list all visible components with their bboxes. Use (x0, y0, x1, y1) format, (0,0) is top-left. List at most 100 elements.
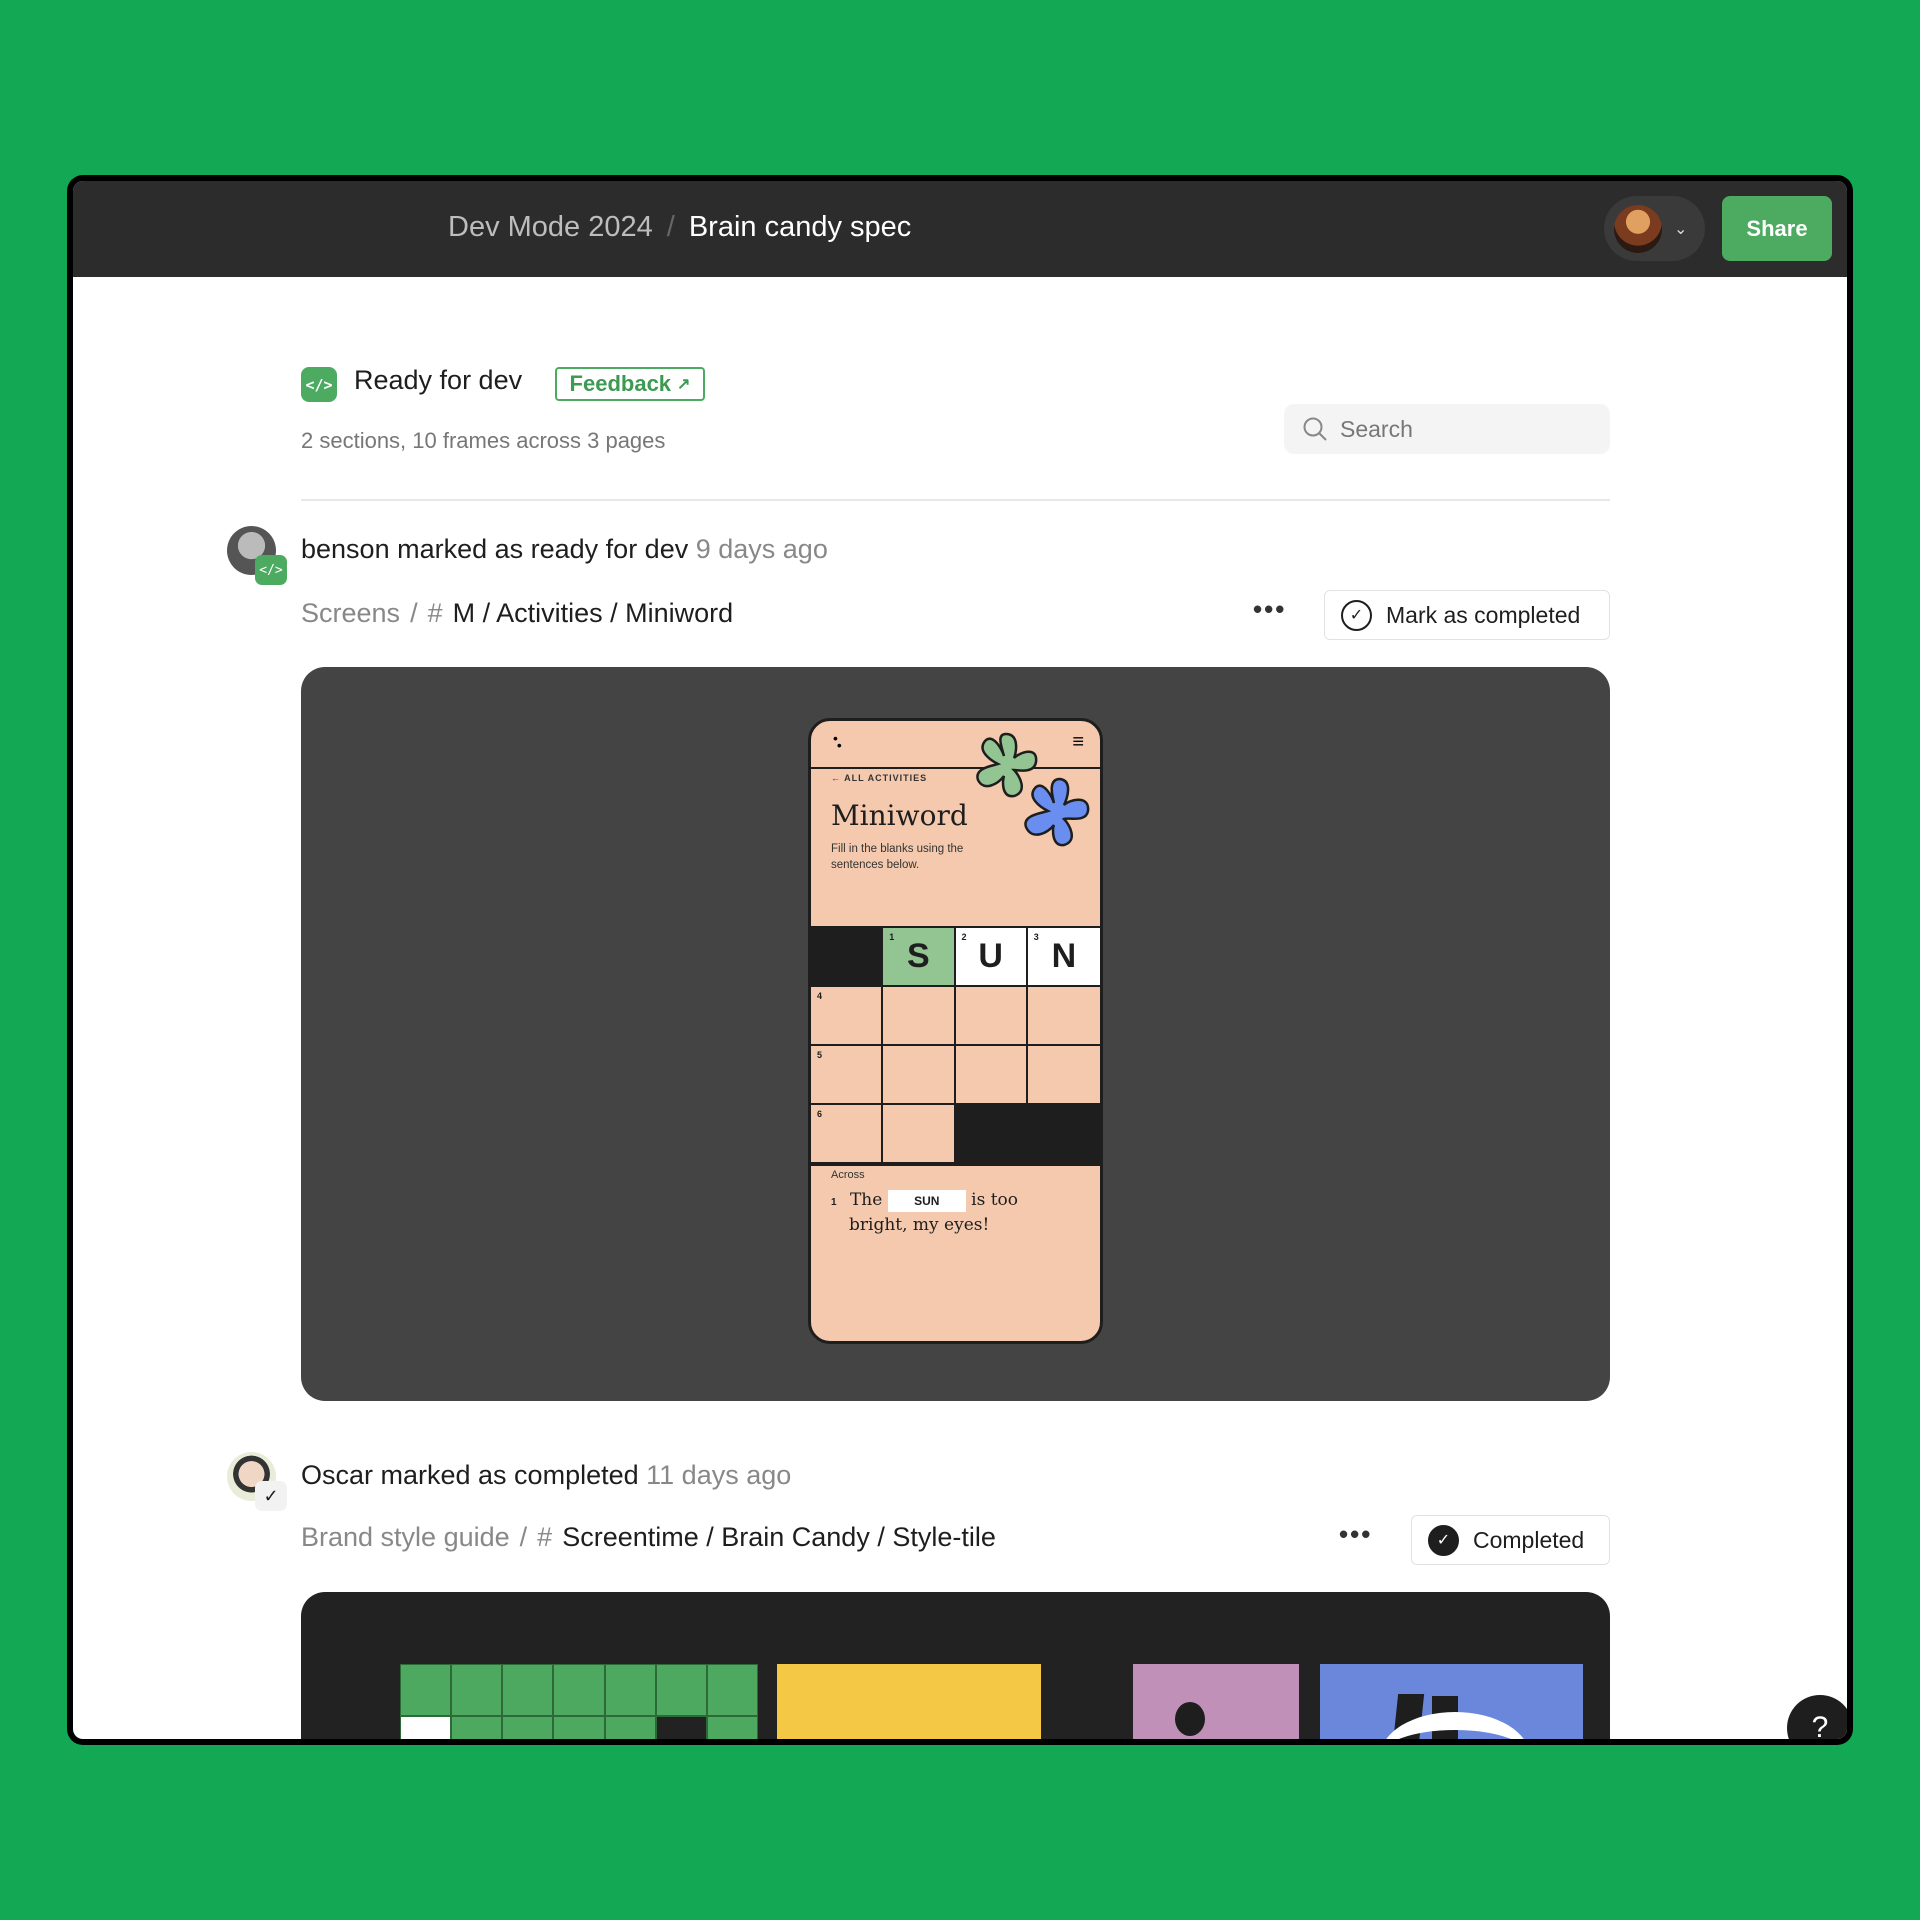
event-action: benson marked as ready for dev (301, 534, 689, 564)
clue: 1 The SUN is too bright, my eyes! (831, 1189, 1018, 1236)
tile-cell (553, 1664, 605, 1716)
frame-path: Brand style guide / # Screentime / Brain … (301, 1522, 996, 1553)
feedback-label: Feedback (569, 371, 672, 396)
divider (301, 499, 1610, 501)
cell-number: 5 (817, 1050, 823, 1060)
yellow-tile (777, 1664, 1041, 1739)
tile-cell (502, 1716, 554, 1739)
event-action: Oscar marked as completed (301, 1460, 639, 1490)
code-icon: </> (255, 555, 287, 585)
crossword-cell[interactable] (955, 1105, 1028, 1164)
path-page[interactable]: Screens (301, 598, 400, 629)
blue-tile (1320, 1664, 1583, 1739)
path-separator: / (410, 598, 418, 628)
tile-cell (604, 1664, 656, 1716)
clue-text: The (849, 1190, 883, 1210)
cell-number: 2 (961, 932, 967, 942)
code-icon: </> (301, 367, 337, 402)
cell-letter: U (978, 937, 1003, 975)
cell-number: 1 (889, 932, 895, 942)
cell-number: 6 (817, 1109, 823, 1119)
completed-button[interactable]: ✓ Completed (1411, 1515, 1610, 1565)
frame-preview[interactable]: R FOR (301, 1592, 1610, 1739)
breadcrumb-project[interactable]: Dev Mode 2024 (448, 211, 653, 244)
account-menu[interactable]: ⌄ (1604, 196, 1705, 261)
frame-hash-icon: # (427, 598, 443, 628)
breadcrumb-separator: / (666, 211, 675, 243)
cell-letter: S (907, 937, 930, 975)
crossword-cell[interactable] (883, 1046, 956, 1105)
cell-number: 3 (1033, 932, 1039, 942)
external-link-icon: ↗ (677, 376, 691, 393)
avatar (1614, 204, 1662, 253)
activity-title: Miniword (831, 799, 968, 832)
frame-name[interactable]: M / Activities / Miniword (453, 598, 734, 629)
tile-cell (451, 1664, 503, 1716)
search-input[interactable]: Search (1284, 404, 1610, 454)
blue-flower (1024, 777, 1090, 847)
back-link[interactable]: ← ALL ACTIVITIES (831, 773, 927, 783)
tile-cell (451, 1716, 503, 1739)
path-page[interactable]: Brand style guide (301, 1522, 510, 1553)
crossword-cell[interactable] (811, 928, 884, 987)
share-button[interactable]: Share (1722, 196, 1832, 261)
logo-dots-icon: • • (833, 730, 842, 753)
green-crossword-tile: R FOR (399, 1664, 758, 1739)
button-label: Completed (1473, 1526, 1585, 1553)
tile-cell (706, 1664, 758, 1716)
search-icon (1303, 417, 1327, 441)
crossword-cell[interactable] (1027, 987, 1100, 1046)
clue-number: 1 (831, 1197, 837, 1208)
tile-cell: R (399, 1716, 452, 1739)
clue-heading: Across (831, 1169, 865, 1181)
feedback-link[interactable]: Feedback ↗ (555, 367, 705, 401)
tile-cell (553, 1716, 605, 1739)
pink-tile (1133, 1664, 1299, 1739)
more-options-icon[interactable]: ••• (1339, 1519, 1372, 1550)
event-time: 11 days ago (646, 1460, 792, 1490)
tile-cell: FOR (655, 1716, 707, 1739)
summary: 2 sections, 10 frames across 3 pages (301, 428, 666, 453)
chevron-down-icon: ⌄ (1674, 220, 1688, 238)
crossword-cell[interactable]: 5 (811, 1046, 884, 1105)
crossword-cell[interactable] (1027, 1105, 1100, 1164)
check-circle-filled-icon: ✓ (1428, 1524, 1459, 1556)
breadcrumb-file[interactable]: Brain candy spec (689, 211, 911, 244)
event-text: benson marked as ready for dev 9 days ag… (301, 534, 828, 565)
tile-cell (502, 1664, 554, 1716)
green-flower (976, 732, 1038, 798)
back-label: ALL ACTIVITIES (844, 773, 928, 783)
top-bar: Dev Mode 2024 / Brain candy spec ⌄ Share (73, 181, 1847, 277)
frame-preview[interactable]: • • ≡ ← ALL ACTIVITIES Miniword Fill in … (301, 667, 1610, 1401)
crossword-cell[interactable]: 4 (811, 987, 884, 1046)
check-circle-icon: ✓ (1341, 599, 1372, 631)
tile-cell (706, 1716, 758, 1739)
crossword-cell[interactable]: 2U (955, 928, 1028, 987)
more-options-icon[interactable]: ••• (1253, 594, 1286, 625)
crossword-cell[interactable] (955, 1046, 1028, 1105)
clue-text: bright, my eyes! (849, 1215, 990, 1235)
breadcrumb: Dev Mode 2024 / Brain candy spec (448, 211, 911, 244)
crossword-grid: 1S2U3N456 (811, 926, 1100, 1166)
tile-cell (399, 1664, 452, 1716)
crossword-cell[interactable] (883, 987, 956, 1046)
page-title: Ready for dev (354, 365, 523, 395)
button-label: Mark as completed (1386, 601, 1581, 628)
cell-letter: N (1051, 937, 1077, 975)
app-window: Dev Mode 2024 / Brain candy spec ⌄ Share… (67, 175, 1853, 1745)
mark-as-completed-button[interactable]: ✓ Mark as completed (1324, 590, 1610, 640)
frame-path: Screens / # M / Activities / Miniword (301, 598, 733, 629)
crossword-cell[interactable] (883, 1105, 956, 1164)
crossword-cell[interactable] (955, 987, 1028, 1046)
crossword-cell[interactable]: 1S (883, 928, 956, 987)
crossword-cell[interactable] (1027, 1046, 1100, 1105)
instructions: Fill in the blanks using the sentences b… (831, 843, 964, 871)
cell-number: 4 (817, 991, 823, 1001)
clue-answer: SUN (887, 1190, 966, 1212)
clue-text: is too (971, 1190, 1019, 1210)
crossword-cell[interactable]: 3N (1027, 928, 1100, 987)
crossword-cell[interactable]: 6 (811, 1105, 884, 1164)
miniword-phone-frame: • • ≡ ← ALL ACTIVITIES Miniword Fill in … (808, 718, 1103, 1344)
frame-name[interactable]: Screentime / Brain Candy / Style-tile (562, 1522, 996, 1553)
help-button[interactable]: ? (1787, 1695, 1847, 1739)
